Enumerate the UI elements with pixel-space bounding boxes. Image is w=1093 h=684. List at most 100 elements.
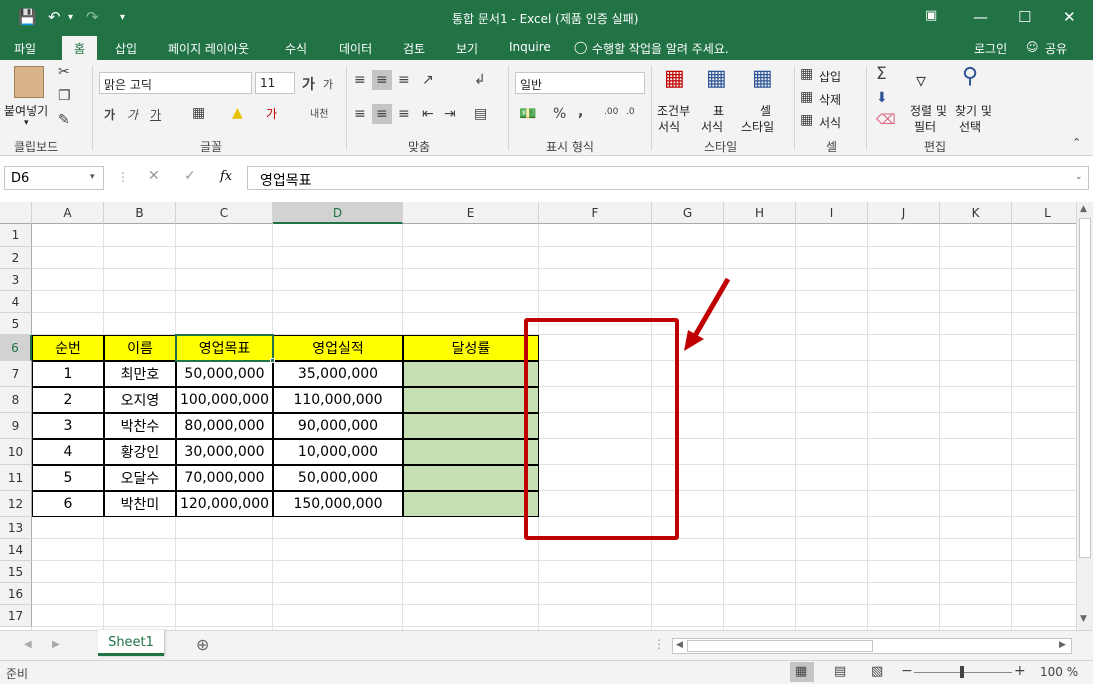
save-icon[interactable]: 💾	[18, 8, 37, 26]
decrease-indent-icon[interactable]: ⇤	[422, 106, 434, 122]
align-right-icon[interactable]: ≡	[398, 106, 410, 122]
table-cell-seq[interactable]: 2	[32, 387, 104, 413]
fill-icon[interactable]: ⬇	[876, 90, 888, 106]
format-cells-icon[interactable]: ▦	[800, 112, 813, 128]
zoom-out-icon[interactable]: −	[901, 663, 913, 679]
format-painter-icon[interactable]: ✎	[58, 112, 70, 128]
phonetic-icon[interactable]: 내천	[310, 105, 328, 120]
enter-icon[interactable]: ✓	[184, 168, 196, 184]
increase-font-icon[interactable]: 가	[302, 74, 315, 94]
tab-inquire[interactable]: Inquire	[509, 40, 551, 54]
normal-view-icon[interactable]: ▦	[795, 664, 807, 679]
column-header-f[interactable]: F	[539, 202, 652, 224]
scroll-right-icon[interactable]: ▶	[1059, 640, 1066, 650]
table-cell-sales-target[interactable]: 70,000,000	[176, 465, 273, 491]
tab-data[interactable]: 데이터	[339, 40, 372, 57]
merge-center-icon[interactable]: ▤	[474, 106, 487, 122]
clear-icon[interactable]: ⌫	[876, 112, 896, 128]
wrap-text-icon[interactable]: ↲	[474, 72, 486, 88]
row-header-9[interactable]: 9	[0, 413, 32, 439]
table-cell-name[interactable]: 오달수	[104, 465, 176, 491]
scroll-down-icon[interactable]: ▼	[1080, 614, 1087, 624]
page-break-view-icon[interactable]: ▧	[871, 664, 883, 679]
borders-icon[interactable]: ▦	[192, 105, 205, 121]
table-cell-sales-actual[interactable]: 110,000,000	[273, 387, 403, 413]
row-header-5[interactable]: 5	[0, 313, 32, 335]
select-all-corner[interactable]	[0, 202, 32, 224]
ribbon-display-options-icon[interactable]: ▣	[925, 8, 937, 23]
row-header-14[interactable]: 14	[0, 539, 32, 561]
find-select-button[interactable]: 찾기 및	[955, 102, 992, 119]
row-header-8[interactable]: 8	[0, 387, 32, 413]
login-link[interactable]: 로그인	[974, 40, 1007, 57]
scroll-left-icon[interactable]: ◀	[676, 640, 683, 650]
table-cell-sales-target[interactable]: 30,000,000	[176, 439, 273, 465]
maximize-icon[interactable]: ☐	[1018, 8, 1031, 26]
format-as-table-button[interactable]: 표	[713, 102, 724, 119]
align-top-icon[interactable]: ≡	[354, 72, 366, 88]
font-name-select[interactable]: 맑은 고딕	[99, 72, 252, 94]
italic-icon[interactable]: 가	[127, 106, 138, 123]
fill-handle[interactable]	[270, 358, 275, 363]
minimize-icon[interactable]: —	[973, 8, 988, 26]
table-cell-sales-actual[interactable]: 50,000,000	[273, 465, 403, 491]
sort-filter-icon[interactable]: ▿	[916, 68, 926, 92]
vertical-scrollbar[interactable]: ▲ ▼	[1076, 202, 1093, 630]
table-cell-sales-target[interactable]: 80,000,000	[176, 413, 273, 439]
row-header-17[interactable]: 17	[0, 605, 32, 627]
row-header-1[interactable]: 1	[0, 224, 32, 247]
table-cell-seq[interactable]: 3	[32, 413, 104, 439]
increase-indent-icon[interactable]: ⇥	[444, 106, 456, 122]
tell-me-input[interactable]: 수행할 작업을 알려 주세요.	[592, 40, 729, 57]
table-cell-sales-actual[interactable]: 10,000,000	[273, 439, 403, 465]
tab-page-layout[interactable]: 페이지 레이아웃	[168, 40, 249, 57]
row-header-11[interactable]: 11	[0, 465, 32, 491]
table-cell-achievement-rate[interactable]	[403, 413, 539, 439]
table-cell-sales-target[interactable]: 100,000,000	[176, 387, 273, 413]
cancel-icon[interactable]: ✕	[148, 168, 160, 184]
column-header-l[interactable]: L	[1012, 202, 1076, 224]
accounting-format-icon[interactable]: 💵	[519, 106, 536, 122]
table-cell-sales-actual[interactable]: 150,000,000	[273, 491, 403, 517]
cut-icon[interactable]: ✂	[58, 64, 70, 80]
next-sheet-icon[interactable]: ▶	[52, 639, 60, 650]
horizontal-scrollbar[interactable]: ◀ ▶	[672, 638, 1072, 654]
tab-file[interactable]: 파일	[14, 40, 36, 57]
vertical-scroll-thumb[interactable]	[1079, 218, 1091, 558]
align-left-icon[interactable]: ≡	[354, 106, 366, 122]
table-cell-achievement-rate[interactable]	[403, 387, 539, 413]
scroll-up-icon[interactable]: ▲	[1080, 204, 1087, 214]
table-cell-sales-target[interactable]: 50,000,000	[176, 361, 273, 387]
formula-input[interactable]: 영업목표	[247, 166, 1089, 190]
column-header-k[interactable]: K	[940, 202, 1012, 224]
format-as-table-icon[interactable]: ▦	[706, 66, 727, 91]
name-box[interactable]: D6	[4, 166, 104, 190]
tab-review[interactable]: 검토	[403, 40, 425, 57]
table-cell-seq[interactable]: 6	[32, 491, 104, 517]
delete-cells-button[interactable]: 삭제	[819, 91, 841, 108]
table-cell-name[interactable]: 최만호	[104, 361, 176, 387]
column-header-j[interactable]: J	[868, 202, 940, 224]
row-header-6[interactable]: 6	[0, 335, 32, 361]
table-cell-name[interactable]: 황강인	[104, 439, 176, 465]
row-header-3[interactable]: 3	[0, 269, 32, 291]
row-header-4[interactable]: 4	[0, 291, 32, 313]
font-size-select[interactable]: 11	[255, 72, 295, 94]
table-cell-sales-actual[interactable]: 35,000,000	[273, 361, 403, 387]
font-color-icon[interactable]: 가	[266, 105, 277, 122]
close-icon[interactable]: ✕	[1063, 8, 1076, 26]
row-header-7[interactable]: 7	[0, 361, 32, 387]
paste-dropdown-icon[interactable]: ▾	[24, 118, 29, 128]
table-cell-achievement-rate[interactable]	[403, 439, 539, 465]
decrease-decimal-icon[interactable]: .0	[626, 107, 635, 117]
row-header-12[interactable]: 12	[0, 491, 32, 517]
column-header-g[interactable]: G	[652, 202, 724, 224]
table-header-sales-actual[interactable]: 영업실적	[273, 335, 403, 361]
column-header-c[interactable]: C	[176, 202, 273, 224]
increase-decimal-icon[interactable]: .00	[604, 107, 618, 117]
cell-styles-button[interactable]: 셀	[760, 102, 771, 119]
sheet-tab-sheet1[interactable]: Sheet1	[98, 630, 164, 656]
page-layout-view-icon[interactable]: ▤	[834, 664, 846, 679]
collapse-ribbon-icon[interactable]: ⌃	[1072, 136, 1081, 149]
insert-cells-button[interactable]: 삽입	[819, 68, 841, 85]
